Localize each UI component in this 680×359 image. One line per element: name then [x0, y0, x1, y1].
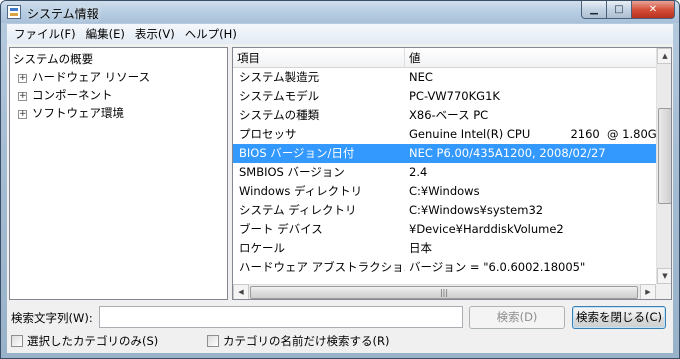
horizontal-scroll-thumb[interactable]: |||: [250, 286, 638, 299]
table-row[interactable]: システムの種類 X86-ベース PC: [233, 106, 656, 125]
category-tree: システムの概要 + ハードウェア リソース + コンポーネント + ソフトウェア…: [9, 47, 228, 300]
search-input[interactable]: [99, 306, 463, 328]
title-bar[interactable]: システム情報 ▁ □ ✕: [1, 1, 679, 23]
vertical-scroll-thumb[interactable]: [658, 108, 671, 204]
row-value: Genuine Intel(R) CPU 2160 @ 1.80GHz、: [409, 127, 656, 141]
list-rows: システム製造元 NEC システムモデル PC-VW770KG1K システムの種類…: [233, 68, 656, 284]
table-row[interactable]: ブート デバイス ¥Device¥HarddiskVolume2: [233, 220, 656, 239]
table-row[interactable]: ハードウェア アブストラクショ... バージョン = "6.0.6002.180…: [233, 258, 656, 277]
maximize-icon: □: [614, 4, 624, 15]
row-item: BIOS バージョン/日付: [239, 146, 355, 160]
table-row[interactable]: システム製造元 NEC: [233, 68, 656, 87]
minimize-button[interactable]: ▁: [581, 1, 607, 19]
system-information-window: システム情報 ▁ □ ✕ ファイル(F) 編集(E) 表示(V) ヘルプ(H) …: [0, 0, 680, 359]
tree-item-hardware-resources[interactable]: ハードウェア リソース: [32, 69, 150, 86]
tree-item-components[interactable]: コンポーネント: [32, 87, 113, 104]
close-button[interactable]: ✕: [632, 1, 675, 19]
row-value: ¥Device¥HarddiskVolume2: [409, 222, 564, 236]
table-row[interactable]: ロケール 日本: [233, 239, 656, 258]
row-value: PC-VW770KG1K: [409, 89, 500, 103]
table-row[interactable]: SMBIOS バージョン 2.4: [233, 163, 656, 182]
caption-buttons: ▁ □ ✕: [581, 1, 675, 20]
category-names-only-label[interactable]: カテゴリの名前だけ検索する(R): [223, 333, 389, 349]
row-value: C:¥Windows: [409, 184, 480, 198]
expand-icon[interactable]: +: [18, 74, 27, 83]
row-item: Windows ディレクトリ: [239, 184, 363, 198]
selected-category-only-option[interactable]: 選択したカテゴリのみ(S): [11, 333, 158, 349]
row-value: 2.4: [409, 165, 428, 179]
row-value: C:¥Windows¥system32: [409, 203, 544, 217]
table-row[interactable]: Windows ディレクトリ C:¥Windows: [233, 182, 656, 201]
category-names-only-checkbox[interactable]: [207, 335, 219, 347]
table-row-selected[interactable]: BIOS バージョン/日付 NEC P6.00/435A1200, 2008/0…: [233, 144, 656, 163]
row-item: システムの種類: [239, 108, 320, 122]
horizontal-scrollbar[interactable]: ◀ ||| ▶: [233, 284, 656, 299]
row-item: プロセッサ: [239, 127, 297, 141]
window-title: システム情報: [27, 7, 99, 21]
scroll-right-arrow-icon[interactable]: ▶: [640, 284, 656, 299]
column-header-value[interactable]: 値: [405, 48, 656, 68]
tree-item-software-environment[interactable]: ソフトウェア環境: [32, 105, 124, 122]
menu-bar: ファイル(F) 編集(E) 表示(V) ヘルプ(H): [7, 24, 673, 44]
menu-file[interactable]: ファイル(F): [9, 25, 81, 43]
row-item: システム ディレクトリ: [239, 203, 357, 217]
table-row[interactable]: システムモデル PC-VW770KG1K: [233, 87, 656, 106]
row-item: ロケール: [239, 241, 285, 255]
row-value: NEC P6.00/435A1200, 2008/02/27: [409, 146, 606, 160]
column-header-item[interactable]: 項目: [233, 48, 405, 68]
row-item: ハードウェア アブストラクショ...: [239, 260, 405, 274]
category-names-only-option[interactable]: カテゴリの名前だけ検索する(R): [207, 333, 389, 349]
details-list: 項目 値 システム製造元 NEC システムモデル PC-VW770KG1K シス…: [232, 47, 672, 300]
menu-view[interactable]: 表示(V): [130, 25, 180, 43]
scroll-down-arrow-icon[interactable]: ▼: [657, 268, 671, 284]
client-area: システムの概要 + ハードウェア リソース + コンポーネント + ソフトウェア…: [7, 44, 673, 353]
row-item: SMBIOS バージョン: [239, 165, 345, 179]
scrollbar-corner: [656, 284, 671, 299]
menu-help[interactable]: ヘルプ(H): [180, 25, 242, 43]
close-search-button[interactable]: 検索を閉じる(C): [572, 306, 666, 329]
table-row[interactable]: プロセッサ Genuine Intel(R) CPU 2160 @ 1.80GH…: [233, 125, 656, 144]
row-value: X86-ベース PC: [409, 108, 489, 122]
close-icon: ✕: [648, 4, 658, 15]
row-item: システム製造元: [239, 70, 320, 84]
search-label: 検索文字列(W):: [11, 311, 93, 325]
row-value: 日本: [409, 241, 432, 255]
row-value: バージョン = "6.0.6002.18005": [409, 260, 586, 274]
scroll-left-arrow-icon[interactable]: ◀: [233, 284, 249, 299]
row-value: NEC: [409, 70, 433, 84]
vertical-scrollbar[interactable]: ▲ ▼: [656, 48, 671, 284]
tree-item-system-summary[interactable]: システムの概要: [13, 51, 93, 68]
minimize-icon: ▁: [590, 4, 598, 15]
row-item: システムモデル: [239, 89, 320, 103]
expand-icon[interactable]: +: [18, 92, 27, 101]
menu-edit[interactable]: 編集(E): [81, 25, 130, 43]
search-button[interactable]: 検索(D): [469, 306, 565, 329]
selected-category-only-label[interactable]: 選択したカテゴリのみ(S): [27, 333, 158, 349]
expand-icon[interactable]: +: [18, 110, 27, 119]
maximize-button[interactable]: □: [607, 1, 632, 19]
list-header: 項目 値: [233, 48, 656, 68]
scroll-up-arrow-icon[interactable]: ▲: [657, 48, 671, 64]
system-info-app-icon[interactable]: [7, 5, 21, 19]
table-row[interactable]: システム ディレクトリ C:¥Windows¥system32: [233, 201, 656, 220]
selected-category-only-checkbox[interactable]: [11, 335, 23, 347]
row-item: ブート デバイス: [239, 222, 323, 236]
